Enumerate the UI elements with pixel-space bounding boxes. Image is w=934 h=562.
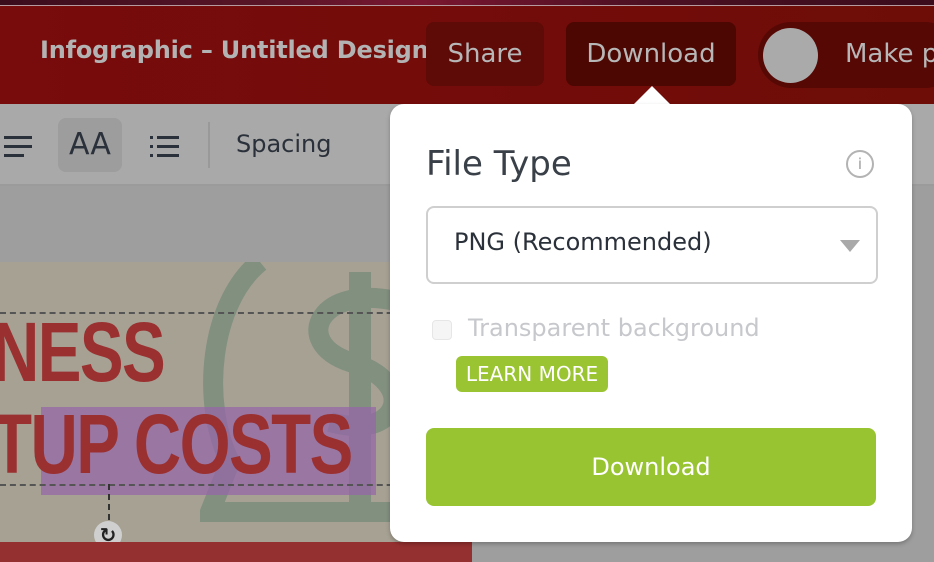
spacing-button[interactable]: Spacing — [236, 130, 331, 158]
transparent-background-checkbox[interactable] — [432, 320, 452, 340]
toggle-knob — [763, 28, 818, 83]
design-title[interactable]: Infographic – Untitled Design — [40, 36, 429, 64]
headline-line-1[interactable]: NESS — [0, 304, 166, 401]
download-button[interactable]: Download — [426, 428, 876, 506]
share-button[interactable]: Share — [426, 22, 544, 86]
bullet-list-icon[interactable] — [150, 136, 180, 158]
toolbar-divider — [208, 122, 210, 168]
file-type-select[interactable]: PNG (Recommended) — [426, 206, 878, 284]
learn-more-button[interactable]: LEARN MORE — [456, 356, 608, 392]
file-type-label: File Type — [426, 144, 572, 184]
app-header: Infographic – Untitled Design Share Down… — [0, 6, 934, 104]
info-icon[interactable]: i — [846, 150, 874, 178]
headline-line-2[interactable]: TUP COSTS — [0, 396, 353, 493]
make-public-toggle[interactable]: Make pu — [758, 22, 934, 88]
file-type-value: PNG (Recommended) — [454, 228, 712, 256]
font-size-button[interactable]: AA — [58, 118, 122, 172]
align-left-icon[interactable] — [4, 136, 34, 158]
rotate-handle-line — [108, 484, 110, 520]
download-panel: File Type i PNG (Recommended) Transparen… — [390, 104, 912, 542]
transparent-background-label: Transparent background — [468, 314, 760, 342]
make-public-label: Make pu — [845, 39, 934, 69]
download-menu-button[interactable]: Download — [566, 22, 736, 86]
chevron-down-icon — [840, 240, 860, 252]
design-footer-bar — [0, 542, 472, 562]
popover-arrow — [634, 86, 670, 104]
